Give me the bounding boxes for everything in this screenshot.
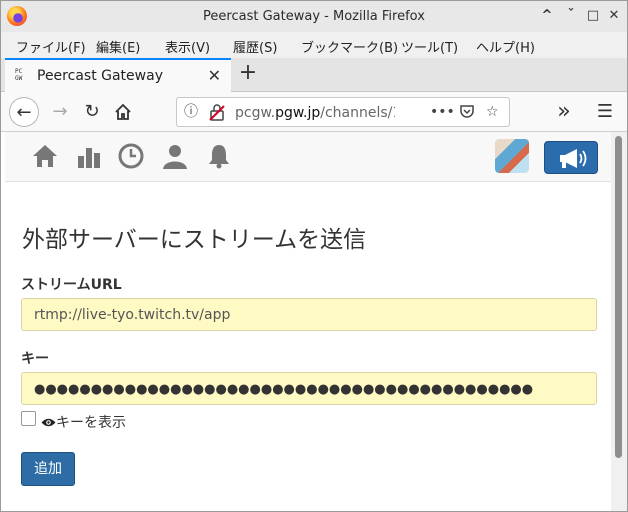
tab-peercast-gateway[interactable]: PC GW Peercast Gateway ✕ xyxy=(5,58,231,92)
home-icon xyxy=(115,103,131,120)
page-content: 外部サーバーにストリームを送信 ストリームURL rtmp://live-tyo… xyxy=(1,132,611,511)
megaphone-icon xyxy=(560,149,587,168)
clock-icon[interactable] xyxy=(117,142,145,170)
info-icon[interactable]: ⓘ xyxy=(184,103,198,121)
menu-button[interactable]: ☰ xyxy=(590,97,620,127)
window-title: Peercast Gateway - Mozilla Firefox xyxy=(203,9,425,24)
menu-tools[interactable]: ツール(T) xyxy=(401,37,458,56)
site-favicon-icon: PC GW xyxy=(15,68,23,82)
add-button[interactable]: 追加 xyxy=(21,452,75,486)
menu-help[interactable]: ヘルプ(H) xyxy=(476,37,535,56)
page-actions-button[interactable]: ••• xyxy=(430,103,455,121)
eye-icon xyxy=(41,418,56,427)
navigation-bar: ← → ↻ ⓘ pcgw.pgw.jp/channels/1 ••• ☆ » ☰ xyxy=(1,92,627,132)
menu-edit[interactable]: 編集(E) xyxy=(96,37,140,56)
url-bar[interactable]: ⓘ pcgw.pgw.jp/channels/1 ••• ☆ xyxy=(176,97,510,127)
pocket-icon[interactable] xyxy=(459,103,475,124)
user-icon[interactable] xyxy=(161,142,189,170)
stream-url-input[interactable]: rtmp://live-tyo.twitch.tv/app xyxy=(21,298,597,331)
home-icon[interactable] xyxy=(31,142,59,170)
new-tab-button[interactable]: + xyxy=(237,61,259,85)
page-title: 外部サーバーにストリームを送信 xyxy=(22,227,367,253)
bell-icon[interactable] xyxy=(205,142,233,170)
home-button[interactable] xyxy=(108,97,138,127)
scrollbar[interactable] xyxy=(611,132,627,511)
close-window-button[interactable]: ✕ xyxy=(605,7,623,25)
menu-bookmarks[interactable]: ブックマーク(B) xyxy=(301,37,398,56)
url-text: pcgw.pgw.jp/channels/1 xyxy=(235,105,395,121)
back-button[interactable]: ← xyxy=(9,97,39,127)
forward-button[interactable]: → xyxy=(45,97,75,127)
tab-strip: PC GW Peercast Gateway ✕ + xyxy=(1,58,627,92)
menu-bar: ファイル(F) 編集(E) 表示(V) 履歴(S) ブックマーク(B) ツール(… xyxy=(1,32,627,58)
title-bar: Peercast Gateway - Mozilla Firefox ^ ˇ □… xyxy=(1,1,627,32)
key-label: キー xyxy=(21,351,49,367)
show-key-checkbox[interactable] xyxy=(21,411,36,426)
stream-url-label: ストリームURL xyxy=(21,277,122,293)
menu-history[interactable]: 履歴(S) xyxy=(233,37,277,56)
minimize-button[interactable]: ^ xyxy=(538,7,556,25)
scrollbar-thumb[interactable] xyxy=(615,136,622,458)
browser-window: Peercast Gateway - Mozilla Firefox ^ ˇ □… xyxy=(0,0,628,512)
bar-chart-icon[interactable] xyxy=(75,142,103,170)
tab-close-button[interactable]: ✕ xyxy=(208,66,221,85)
key-input[interactable]: ●●●●●●●●●●●●●●●●●●●●●●●●●●●●●●●●●●●●●●●●… xyxy=(21,372,597,405)
tab-title: Peercast Gateway xyxy=(37,68,163,84)
reload-button[interactable]: ↻ xyxy=(77,97,107,127)
insecure-lock-icon[interactable] xyxy=(209,103,225,126)
menu-file[interactable]: ファイル(F) xyxy=(16,37,86,56)
maximize-button[interactable]: □ xyxy=(584,7,602,25)
overflow-button[interactable]: » xyxy=(549,97,579,127)
broadcast-button[interactable] xyxy=(544,141,598,174)
restore-button[interactable]: ˇ xyxy=(562,7,580,25)
avatar[interactable] xyxy=(495,139,529,173)
bookmark-star-icon[interactable]: ☆ xyxy=(486,103,499,121)
key-masked-value: ●●●●●●●●●●●●●●●●●●●●●●●●●●●●●●●●●●●●●●●●… xyxy=(34,382,534,397)
site-navbar xyxy=(5,132,611,182)
show-key-label[interactable]: キーを表示 xyxy=(41,412,126,432)
menu-view[interactable]: 表示(V) xyxy=(165,37,210,56)
